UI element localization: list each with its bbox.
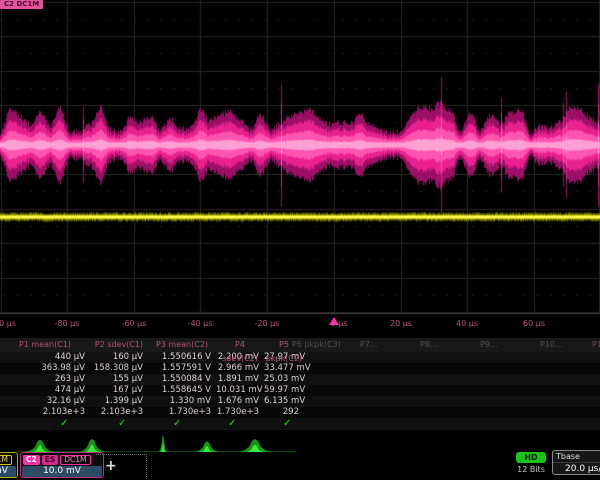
hd-mode-badge: HD bbox=[516, 452, 546, 463]
axis-tick-label: -60 μs bbox=[122, 319, 147, 328]
measure-header-3[interactable]: P3 mean(C2) bbox=[148, 338, 216, 352]
measure-value: 155 μV bbox=[90, 374, 148, 385]
measure-header-11[interactable]: P11 bbox=[592, 338, 600, 352]
measure-value: 474 μV bbox=[0, 385, 90, 396]
measure-value: 1.550616 V bbox=[148, 352, 216, 363]
measure-header-9[interactable]: P9... bbox=[480, 338, 498, 352]
measure-header-8[interactable]: P8... bbox=[420, 338, 438, 352]
measure-value: 1.550084 V bbox=[148, 374, 216, 385]
timebase-descriptor[interactable]: Tbase 20.0 μs/div bbox=[552, 450, 600, 475]
measurement-table: P1 mean(C1)P2 sdev(C1)P3 mean(C2)P4 sdev… bbox=[0, 338, 600, 418]
measure-value: 363.98 μV bbox=[0, 363, 90, 374]
axis-tick-label: -80 μs bbox=[55, 319, 80, 328]
measure-header-7[interactable]: P7... bbox=[360, 338, 378, 352]
measure-value: 1.558645 V bbox=[148, 385, 216, 396]
add-trace-button[interactable]: + bbox=[96, 454, 147, 480]
measure-value: 1.891 mV bbox=[216, 374, 264, 385]
measure-value: 167 μV bbox=[90, 385, 148, 396]
measure-value: 1.730e+3 bbox=[148, 407, 216, 418]
trigger-position-marker[interactable] bbox=[329, 317, 339, 325]
measure-header-10[interactable]: P10... bbox=[540, 338, 563, 352]
axis-tick-label: -20 μs bbox=[255, 319, 280, 328]
measure-value: 2.103e+3 bbox=[0, 407, 90, 418]
c1-volts-per-div: 10.0 mV bbox=[0, 466, 16, 477]
measure-value: 440 μV bbox=[0, 352, 90, 363]
measure-value: 292 bbox=[264, 407, 304, 418]
measure-header-2[interactable]: P2 sdev(C1) bbox=[90, 338, 148, 352]
channel-c1-descriptor[interactable]: C1 DC1M 10.0 mV bbox=[0, 452, 18, 478]
measure-status-ok-icon: ✓ bbox=[60, 418, 68, 430]
hd-bits-label: 12 Bits bbox=[512, 465, 550, 474]
measure-value: 1.676 mV bbox=[216, 396, 264, 407]
measure-value: 25.03 mV bbox=[264, 374, 304, 385]
histicon-strip[interactable] bbox=[0, 430, 600, 453]
measure-value: 1.730e+3 bbox=[216, 407, 264, 418]
measure-status-ok-icon: ✓ bbox=[173, 418, 181, 430]
channel-c2-descriptor[interactable]: C2 ES DC1M 10.0 mV bbox=[20, 452, 104, 478]
measure-value: 1.330 mV bbox=[148, 396, 216, 407]
measurement-status-row: ✓ ✓ ✓ ✓ ✓ bbox=[0, 418, 600, 430]
measure-value: 6.135 mV bbox=[264, 396, 304, 407]
plus-icon: + bbox=[105, 458, 117, 474]
axis-tick-label: -100 μs bbox=[0, 319, 16, 328]
measure-value: 10.031 mV bbox=[216, 385, 264, 396]
measure-header-4[interactable]: P4 sdev(C2) bbox=[216, 338, 264, 352]
measure-value: 32.16 μV bbox=[0, 396, 90, 407]
axis-tick-label: 60 μs bbox=[523, 319, 545, 328]
c1-coupling-badge: DC1M bbox=[0, 455, 12, 465]
c2-es-badge: ES bbox=[42, 455, 59, 465]
measure-status-ok-icon: ✓ bbox=[228, 418, 236, 430]
timebase-title: Tbase bbox=[553, 451, 600, 463]
measure-value: 2.103e+3 bbox=[90, 407, 148, 418]
waveform-grid[interactable] bbox=[0, 0, 600, 316]
c2-volts-per-div: 10.0 mV bbox=[22, 466, 102, 477]
measure-header-6[interactable]: P6 pkpk(C3) bbox=[292, 338, 341, 352]
measure-status-ok-icon: ✓ bbox=[283, 418, 291, 430]
measure-value: 1.557591 V bbox=[148, 363, 216, 374]
axis-tick-label: 20 μs bbox=[390, 319, 412, 328]
timebase-value: 20.0 μs/div bbox=[553, 463, 600, 474]
measure-value: 263 μV bbox=[0, 374, 90, 385]
measure-value: 158.308 μV bbox=[90, 363, 148, 374]
axis-tick-label: -40 μs bbox=[188, 319, 213, 328]
c2-label: C2 bbox=[23, 455, 40, 465]
trace-label-c2[interactable]: C2 DC1M bbox=[0, 0, 43, 9]
c2-coupling-badge: DC1M bbox=[60, 455, 90, 465]
measure-status-ok-icon: ✓ bbox=[118, 418, 126, 430]
measure-value: 1.399 μV bbox=[90, 396, 148, 407]
measure-value: 59.97 mV bbox=[264, 385, 304, 396]
oscilloscope-screen: C2 DC1M -100 μs-80 μs-60 μs-40 μs-20 μs0… bbox=[0, 0, 600, 480]
measure-value: 160 μV bbox=[90, 352, 148, 363]
axis-tick-label: 40 μs bbox=[456, 319, 478, 328]
measure-header-1[interactable]: P1 mean(C1) bbox=[0, 338, 90, 352]
